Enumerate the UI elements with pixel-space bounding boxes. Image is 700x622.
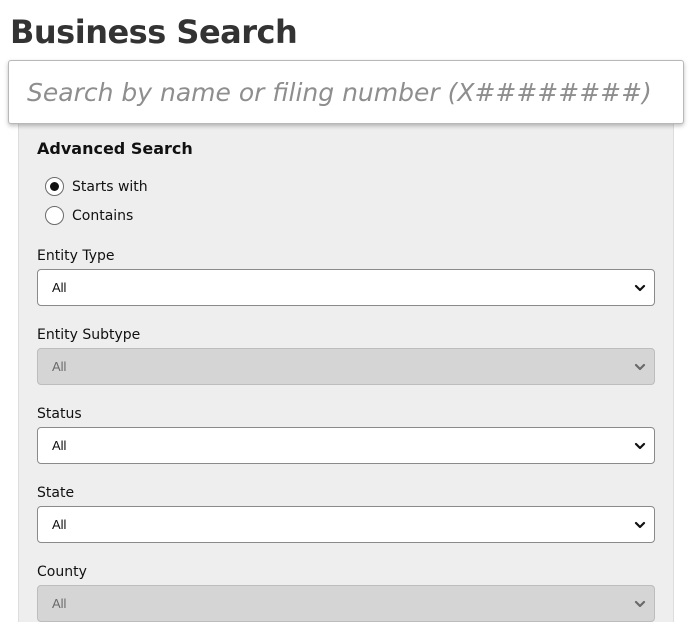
entity-type-select[interactable]: All xyxy=(37,269,655,306)
entity-type-value: All xyxy=(52,280,67,295)
status-select[interactable]: All xyxy=(37,427,655,464)
chevron-down-icon xyxy=(634,442,646,449)
chevron-down-icon xyxy=(634,363,646,370)
radio-button-unchecked[interactable] xyxy=(45,206,64,225)
status-value: All xyxy=(52,438,67,453)
entity-type-label: Entity Type xyxy=(37,248,115,264)
search-box xyxy=(8,60,684,124)
radio-contains[interactable]: Contains xyxy=(45,206,133,225)
county-value: All xyxy=(52,596,67,611)
search-input[interactable] xyxy=(9,61,683,123)
chevron-down-icon xyxy=(634,284,646,291)
state-value: All xyxy=(52,517,67,532)
entity-subtype-value: All xyxy=(52,359,67,374)
page-title: Business Search xyxy=(10,13,298,51)
chevron-down-icon xyxy=(634,521,646,528)
status-label: Status xyxy=(37,406,82,422)
radio-label-starts-with: Starts with xyxy=(72,178,148,195)
radio-label-contains: Contains xyxy=(72,207,134,224)
advanced-search-panel: Advanced Search Starts with Contains Ent… xyxy=(18,124,674,622)
state-select[interactable]: All xyxy=(37,506,655,543)
chevron-down-icon xyxy=(634,600,646,607)
entity-subtype-select[interactable]: All xyxy=(37,348,655,385)
radio-starts-with[interactable]: Starts with xyxy=(45,177,148,196)
county-label: County xyxy=(37,564,87,580)
entity-subtype-label: Entity Subtype xyxy=(37,327,141,343)
state-label: State xyxy=(37,485,75,501)
county-select[interactable]: All xyxy=(37,585,655,622)
radio-button-checked[interactable] xyxy=(45,177,64,196)
advanced-search-title: Advanced Search xyxy=(37,139,193,158)
business-search-page: Business Search Advanced Search Starts w… xyxy=(0,0,700,622)
